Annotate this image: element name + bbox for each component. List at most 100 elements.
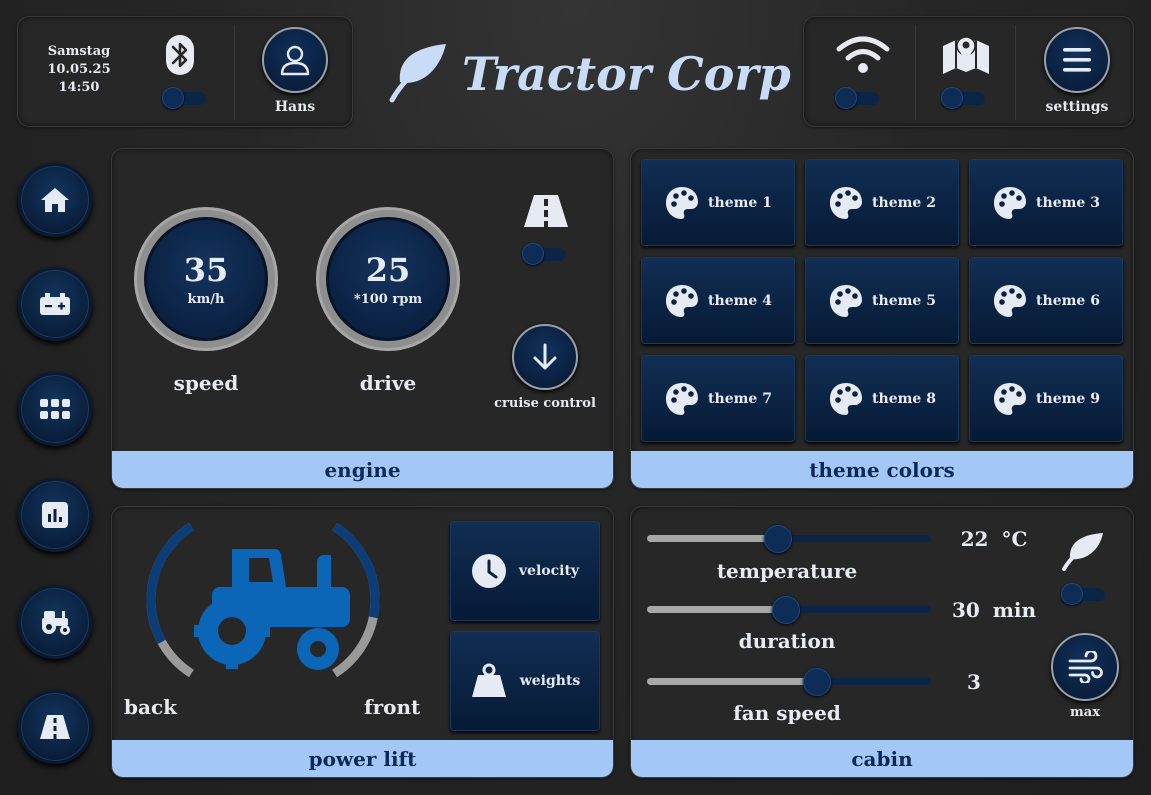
- clock: Samstag 10.05.25 14:50: [38, 43, 120, 97]
- divider: [1015, 25, 1016, 120]
- home-icon: [41, 188, 69, 212]
- weights-label: weights: [519, 673, 581, 689]
- wind-icon: [1068, 651, 1103, 683]
- theme-button-9[interactable]: theme 9: [969, 355, 1123, 442]
- theme-button-8[interactable]: theme 8: [805, 355, 959, 442]
- status-panel: Samstag 10.05.25 14:50 Hans: [17, 16, 353, 127]
- connectivity-panel: settings: [803, 16, 1134, 127]
- palette-icon: [994, 284, 1027, 317]
- bluetooth-toggle[interactable]: [162, 87, 208, 109]
- duration-unit: min: [992, 598, 1037, 622]
- tractor-illustration: [192, 545, 352, 671]
- lane-assist-icon: [522, 193, 570, 229]
- theme-button-4[interactable]: theme 4: [641, 257, 795, 344]
- drive-value: 25: [365, 250, 411, 289]
- max-label: max: [1070, 705, 1100, 720]
- theme-colors-panel: theme 1 theme 2 theme 3 theme 4 theme 5 theme…: [630, 148, 1134, 489]
- theme-button-1[interactable]: theme 1: [641, 159, 795, 246]
- palette-icon: [830, 284, 863, 317]
- menu-icon: [1063, 48, 1091, 72]
- map-icon: [941, 34, 991, 76]
- back-label: back: [124, 695, 177, 719]
- drive-unit: *100 rpm: [353, 291, 423, 307]
- velocity-button[interactable]: velocity: [450, 521, 600, 621]
- theme-label: theme 4: [708, 292, 772, 309]
- fan-speed-value: 3: [967, 670, 981, 694]
- theme-label: theme 7: [708, 390, 772, 407]
- drive-gauge: 25 *100 rpm: [316, 207, 460, 351]
- fan-speed-slider[interactable]: [647, 678, 931, 685]
- theme-label: theme 9: [1036, 390, 1100, 407]
- nav-home-button[interactable]: [18, 163, 92, 237]
- theme-button-2[interactable]: theme 2: [805, 159, 959, 246]
- cruise-control-label: cruise control: [494, 396, 596, 411]
- theme-button-3[interactable]: theme 3: [969, 159, 1123, 246]
- temperature-slider-knob[interactable]: [763, 525, 792, 553]
- battery-icon: [40, 293, 70, 315]
- back-lift-level: [146, 522, 194, 645]
- duration-label: duration: [738, 629, 836, 653]
- power-lift-panel: back front velocity weights power lift: [111, 506, 614, 778]
- fan-speed-slider-knob[interactable]: [803, 668, 832, 696]
- temperature-readout: 22 °C: [949, 527, 1039, 551]
- settings-button[interactable]: [1044, 27, 1110, 93]
- user-name: Hans: [274, 99, 316, 115]
- theme-label: theme 3: [1036, 194, 1100, 211]
- palette-icon: [666, 186, 699, 219]
- theme-button-6[interactable]: theme 6: [969, 257, 1123, 344]
- theme-label: theme 6: [1036, 292, 1100, 309]
- theme-label: theme 2: [872, 194, 936, 211]
- duration-value: 30: [951, 598, 980, 622]
- velocity-label: velocity: [518, 563, 580, 579]
- arrow-down-icon: [533, 343, 557, 370]
- road-icon: [40, 715, 70, 739]
- front-label: front: [364, 695, 421, 719]
- palette-icon: [994, 382, 1027, 415]
- wifi-toggle[interactable]: [835, 87, 881, 109]
- theme-label: theme 1: [708, 194, 772, 211]
- nav-battery-button[interactable]: [18, 267, 92, 341]
- clock-day: Samstag: [47, 44, 111, 59]
- bluetooth-icon: [164, 34, 196, 76]
- temperature-label: temperature: [716, 559, 858, 583]
- weight-icon: [471, 663, 506, 697]
- divider: [915, 25, 916, 120]
- palette-icon: [830, 382, 863, 415]
- clock-time: 14:50: [58, 80, 100, 95]
- engine-title: engine: [112, 451, 613, 488]
- user-icon: [280, 45, 310, 76]
- duration-readout: 30 min: [949, 598, 1039, 622]
- cruise-control-button[interactable]: [512, 324, 578, 390]
- map-toggle[interactable]: [941, 87, 987, 109]
- palette-icon: [830, 186, 863, 219]
- nav-road-button[interactable]: [18, 690, 92, 764]
- speed-unit: km/h: [187, 291, 225, 307]
- speed-gauge: 35 km/h: [134, 207, 278, 351]
- theme-colors-title: theme colors: [631, 451, 1133, 488]
- duration-slider-knob[interactable]: [772, 596, 801, 624]
- nav-chart-button[interactable]: [18, 478, 92, 552]
- engine-panel: 35 km/h speed 25 *100 rpm drive cruise c…: [111, 148, 614, 489]
- user-button[interactable]: [262, 27, 328, 93]
- tractor-icon: [42, 611, 70, 635]
- temperature-unit: °C: [1001, 527, 1028, 551]
- wifi-icon: [835, 35, 891, 75]
- nav-apps-button[interactable]: [18, 372, 92, 446]
- power-lift-title: power lift: [112, 740, 613, 777]
- lane-assist-toggle[interactable]: [522, 243, 568, 265]
- palette-icon: [666, 284, 699, 317]
- nav-tractor-button[interactable]: [18, 585, 92, 659]
- clock-date: 10.05.25: [47, 62, 111, 77]
- chart-icon: [42, 502, 68, 528]
- theme-button-7[interactable]: theme 7: [641, 355, 795, 442]
- speed-value: 35: [183, 250, 229, 289]
- eco-toggle[interactable]: [1061, 583, 1107, 605]
- clock-icon: [471, 554, 506, 588]
- fan-speed-label: fan speed: [733, 701, 841, 725]
- theme-label: theme 5: [872, 292, 936, 309]
- theme-button-5[interactable]: theme 5: [805, 257, 959, 344]
- max-fan-button[interactable]: [1051, 633, 1119, 701]
- speed-label: speed: [173, 371, 239, 395]
- weights-button[interactable]: weights: [450, 631, 600, 731]
- brand-name: Tractor Corp: [462, 47, 791, 101]
